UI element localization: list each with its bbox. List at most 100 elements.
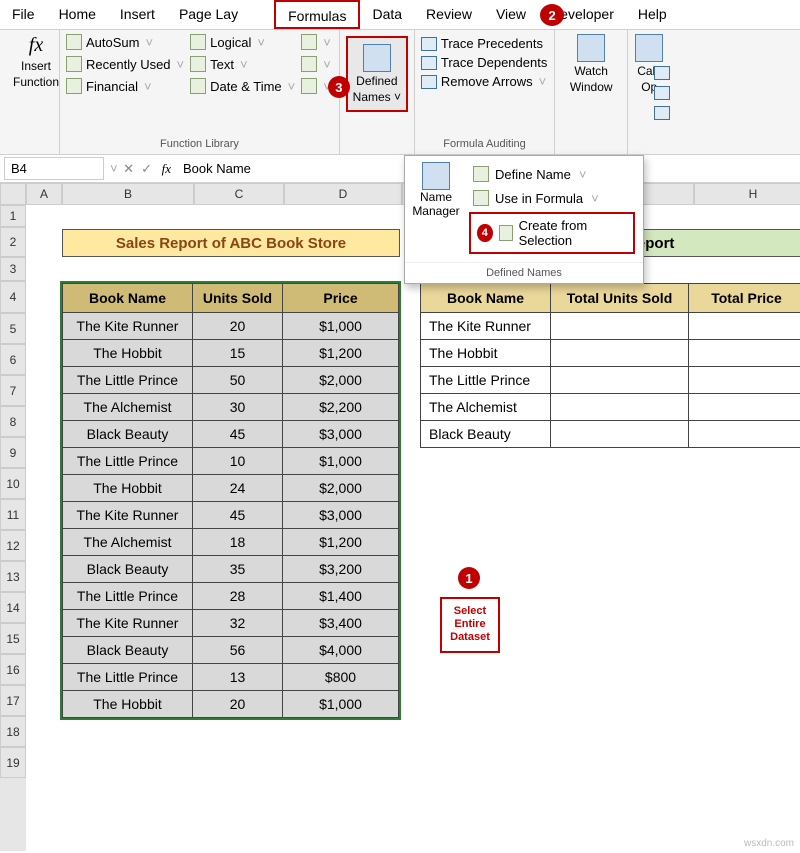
table-row[interactable]: The Kite Runner20$1,000 — [63, 313, 399, 340]
cell[interactable]: The Hobbit — [63, 475, 193, 502]
cell[interactable] — [689, 313, 800, 340]
table-header[interactable]: Price — [283, 284, 399, 313]
fx-bar-icon[interactable]: fx — [156, 161, 177, 177]
row-header[interactable]: 16 — [0, 654, 26, 685]
table-row[interactable]: The Kite Runner32$3,400 — [63, 610, 399, 637]
cell[interactable]: 15 — [193, 340, 283, 367]
table-row[interactable]: The Little Prince50$2,000 — [63, 367, 399, 394]
tab-file[interactable]: File — [0, 0, 47, 29]
evaluate-formula-button[interactable] — [654, 106, 670, 120]
cell[interactable]: 35 — [193, 556, 283, 583]
cell[interactable] — [551, 340, 689, 367]
cell[interactable]: The Kite Runner — [63, 502, 193, 529]
cell[interactable]: The Little Prince — [63, 367, 193, 394]
table-header[interactable]: Units Sold — [193, 284, 283, 313]
cell[interactable] — [689, 340, 800, 367]
tab-insert[interactable]: Insert — [108, 0, 167, 29]
logical-button[interactable]: Logical ˅ — [190, 34, 297, 50]
cell[interactable]: 20 — [193, 313, 283, 340]
table-row[interactable]: The Hobbit20$1,000 — [63, 691, 399, 718]
table-row[interactable]: Black Beauty — [421, 421, 800, 448]
row-header[interactable]: 9 — [0, 437, 26, 468]
tab-view[interactable]: View — [484, 0, 538, 29]
error-checking-button[interactable] — [654, 86, 670, 100]
row-header[interactable]: 5 — [0, 313, 26, 344]
cell[interactable]: Black Beauty — [63, 421, 193, 448]
cell[interactable]: $1,200 — [283, 340, 399, 367]
show-formulas-button[interactable] — [654, 66, 670, 80]
cell[interactable]: 24 — [193, 475, 283, 502]
table-row[interactable]: The Kite Runner45$3,000 — [63, 502, 399, 529]
row-header[interactable]: 10 — [0, 468, 26, 499]
row-header[interactable]: 15 — [0, 623, 26, 654]
table-row[interactable]: Black Beauty56$4,000 — [63, 637, 399, 664]
cell[interactable]: The Little Prince — [63, 583, 193, 610]
row-header[interactable]: 18 — [0, 716, 26, 747]
cell[interactable] — [689, 367, 800, 394]
table-row[interactable]: The Little Prince28$1,400 — [63, 583, 399, 610]
financial-button[interactable]: Financial ˅ — [66, 78, 186, 94]
row-header[interactable]: 1 — [0, 205, 26, 227]
datetime-button[interactable]: Date & Time ˅ — [190, 78, 297, 94]
cell[interactable]: The Alchemist — [63, 529, 193, 556]
cell[interactable]: 13 — [193, 664, 283, 691]
enter-icon[interactable]: ✓ — [138, 161, 156, 177]
row-header[interactable]: 19 — [0, 747, 26, 778]
lookup-button[interactable]: ˅ — [301, 34, 333, 50]
tab-formulas[interactable]: Formulas — [274, 0, 360, 29]
cell[interactable]: Black Beauty — [421, 421, 551, 448]
table-row[interactable]: Black Beauty45$3,000 — [63, 421, 399, 448]
cell[interactable]: 45 — [193, 502, 283, 529]
cell[interactable]: 30 — [193, 394, 283, 421]
cell[interactable]: 32 — [193, 610, 283, 637]
cell[interactable]: $2,000 — [283, 475, 399, 502]
cell[interactable]: The Kite Runner — [63, 313, 193, 340]
cell[interactable]: $2,000 — [283, 367, 399, 394]
row-header[interactable]: 2 — [0, 227, 26, 257]
column-header[interactable]: A — [26, 183, 62, 205]
use-in-formula-button[interactable]: Use in Formula ˅ — [467, 186, 637, 210]
cell[interactable]: $800 — [283, 664, 399, 691]
tab-review[interactable]: Review — [414, 0, 484, 29]
trace-dependents-button[interactable]: Trace Dependents — [421, 53, 548, 72]
text-button[interactable]: Text ˅ — [190, 56, 297, 72]
column-header[interactable]: H — [694, 183, 800, 205]
table-row[interactable]: The Little Prince — [421, 367, 800, 394]
recently-used-button[interactable]: Recently Used ˅ — [66, 56, 186, 72]
trace-precedents-button[interactable]: Trace Precedents — [421, 34, 548, 53]
row-header[interactable]: 13 — [0, 561, 26, 592]
insert-function-button[interactable]: fx InsertFunction — [6, 34, 66, 89]
table-row[interactable]: The Hobbit24$2,000 — [63, 475, 399, 502]
cell[interactable] — [689, 421, 800, 448]
row-header[interactable]: 11 — [0, 499, 26, 530]
name-manager-button[interactable]: NameManager — [411, 162, 461, 256]
cell[interactable]: $4,000 — [283, 637, 399, 664]
column-header[interactable]: D — [284, 183, 402, 205]
table-row[interactable]: The Hobbit15$1,200 — [63, 340, 399, 367]
define-name-button[interactable]: Define Name ˅ — [467, 162, 637, 186]
cell[interactable]: The Alchemist — [63, 394, 193, 421]
cell[interactable] — [551, 394, 689, 421]
table-row[interactable]: The Alchemist — [421, 394, 800, 421]
table-row[interactable]: The Alchemist30$2,200 — [63, 394, 399, 421]
table-header[interactable]: Total Units Sold — [551, 284, 689, 313]
tab-data[interactable]: Data — [360, 0, 414, 29]
summary-table[interactable]: Book NameTotal Units SoldTotal Price The… — [420, 283, 800, 448]
cell[interactable]: Black Beauty — [63, 556, 193, 583]
cell[interactable]: $1,000 — [283, 313, 399, 340]
cell[interactable]: $1,400 — [283, 583, 399, 610]
cell[interactable]: 18 — [193, 529, 283, 556]
cell[interactable]: $3,000 — [283, 421, 399, 448]
defined-names-button[interactable]: DefinedNames ˅ — [346, 36, 408, 112]
cell[interactable] — [551, 421, 689, 448]
table-row[interactable]: Black Beauty35$3,200 — [63, 556, 399, 583]
column-header[interactable]: B — [62, 183, 194, 205]
cell[interactable]: $3,400 — [283, 610, 399, 637]
watch-window-button[interactable]: WatchWindow — [561, 34, 621, 94]
cell[interactable]: Black Beauty — [63, 637, 193, 664]
tab-home[interactable]: Home — [47, 0, 108, 29]
cell[interactable]: The Alchemist — [421, 394, 551, 421]
row-header[interactable]: 4 — [0, 281, 26, 313]
cell[interactable]: 20 — [193, 691, 283, 718]
worksheet-grid[interactable]: 12345678910111213141516171819 ABCDH Sale… — [0, 183, 800, 851]
